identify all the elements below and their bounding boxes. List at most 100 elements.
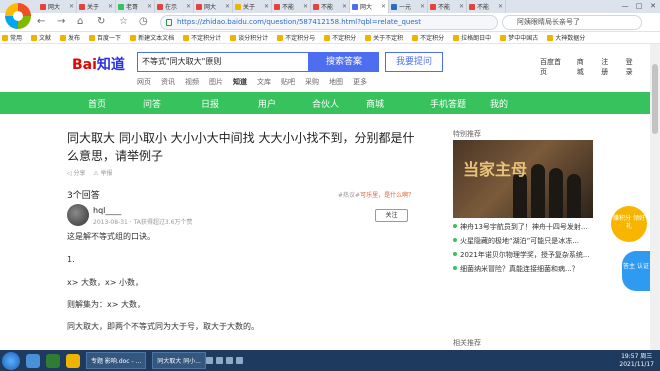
browser-tab[interactable]: 网大 ✕ [194, 0, 233, 13]
browser-tab[interactable]: 网大 ✕ [350, 0, 389, 13]
bookmark-item[interactable]: 不定积分 [324, 33, 356, 42]
close-icon[interactable]: ✕ [498, 3, 503, 10]
bookmark-item[interactable]: 不定积分 [412, 33, 444, 42]
browser-tab[interactable]: 关于 ✕ [77, 0, 116, 13]
header-link[interactable]: 注册 [601, 57, 613, 77]
tray-icon[interactable] [235, 357, 243, 364]
scroll-thumb[interactable] [652, 64, 658, 134]
reward-badge[interactable]: 赚积分 领好礼 [611, 206, 647, 242]
close-icon[interactable]: ✕ [420, 3, 425, 10]
certify-badge[interactable]: 答主 认证 [622, 251, 650, 291]
bookmark-item[interactable]: 常用 [2, 33, 22, 42]
hot-topic-tip[interactable]: #热议#可乐里，是什么啊？ [338, 190, 414, 199]
back-icon[interactable]: ← [37, 16, 45, 27]
browser-tab[interactable]: 不能 ✕ [428, 0, 467, 13]
category-tab[interactable]: 贴吧 [281, 77, 295, 87]
category-tab[interactable]: 知道 [233, 77, 247, 87]
ask-question-button[interactable]: 我要提问 [385, 52, 443, 72]
taskbar-task[interactable]: 同大取大 同小... [152, 352, 206, 369]
category-tab[interactable]: 地图 [329, 77, 343, 87]
start-button[interactable] [2, 351, 20, 370]
follow-button[interactable]: 关注 [375, 209, 408, 222]
close-icon[interactable]: ✕ [381, 3, 386, 10]
nav-item[interactable]: 我的 [490, 97, 508, 110]
search-input[interactable]: 不等式"同大取大"原则 [137, 52, 309, 72]
header-link[interactable]: 登录 [626, 57, 638, 77]
forward-icon[interactable]: → [57, 16, 65, 27]
category-tab[interactable]: 图片 [209, 77, 223, 87]
browser-tab[interactable]: 不能 ✕ [467, 0, 506, 13]
close-icon[interactable]: ✕ [342, 3, 347, 10]
close-icon[interactable]: ✕ [147, 3, 152, 10]
close-icon[interactable]: ✕ [264, 3, 269, 10]
sidebar-item[interactable]: 细菌纳米冒险？真能连接细菌和病...？ [453, 262, 613, 276]
bookmark-item[interactable]: 不定积分计 [183, 33, 221, 42]
close-icon[interactable]: ✕ [303, 3, 308, 10]
category-tab[interactable]: 更多 [353, 77, 367, 87]
recommend-poster[interactable]: 当家主母 [453, 140, 593, 218]
bookmark-item[interactable]: 文献 [31, 33, 51, 42]
share-link[interactable]: 分享 [74, 170, 86, 177]
bookmark-item[interactable]: 大神数据分 [547, 33, 585, 42]
reload-icon[interactable]: ↻ [97, 16, 105, 27]
address-bar[interactable]: https://zhidao.baidu.com/question/587412… [160, 15, 498, 30]
nav-item[interactable]: 商城 [366, 97, 384, 110]
baidu-zhidao-logo[interactable]: Bai知道 [72, 54, 125, 74]
tray-icon[interactable] [205, 357, 213, 364]
browser-tab[interactable]: 不能 ✕ [272, 0, 311, 13]
clock[interactable]: 19:57 周三 2021/11/17 [619, 353, 654, 369]
minimize-icon[interactable]: — [618, 0, 632, 13]
bookmark-item[interactable]: 谈分积分计 [230, 33, 268, 42]
history-icon[interactable]: ◷ [139, 16, 148, 27]
category-tab[interactable]: 网页 [137, 77, 151, 87]
nav-item[interactable]: 手机答题 [430, 97, 466, 110]
bookmark-item[interactable]: 关于不定积 [365, 33, 403, 42]
folder-icon[interactable] [66, 353, 80, 368]
tray-icon[interactable] [215, 357, 223, 364]
tray-icon[interactable] [225, 357, 233, 364]
category-tab[interactable]: 文库 [257, 77, 271, 87]
sidebar-item[interactable]: 神舟13号宇航员到了！神舟十四号发射... [453, 220, 613, 234]
ie-icon[interactable] [26, 353, 40, 368]
browser-tab[interactable]: 在示 ✕ [155, 0, 194, 13]
bookmark-item[interactable]: 百度一下 [89, 33, 121, 42]
close-window-icon[interactable]: ✕ [646, 0, 660, 13]
home-icon[interactable]: ⌂ [77, 16, 83, 27]
nav-item[interactable]: 用户 [258, 97, 276, 110]
browser-search-input[interactable]: 阿姨眼睛局长亲号了 [502, 15, 642, 30]
browser-tab[interactable]: 不能 ✕ [311, 0, 350, 13]
nav-item[interactable]: 问答 [143, 97, 161, 110]
browser-tab[interactable]: 老哥 ✕ [116, 0, 155, 13]
browser-logo-icon[interactable] [5, 3, 31, 29]
star-icon[interactable]: ☆ [119, 16, 128, 27]
bookmark-item[interactable]: 梦中中国古 [500, 33, 538, 42]
nav-item[interactable]: 首页 [88, 97, 106, 110]
bookmark-item[interactable]: 拉格朗日中 [453, 33, 491, 42]
browser-tab[interactable]: 网大 ✕ [38, 0, 77, 13]
browser-tab[interactable]: 关于 ✕ [233, 0, 272, 13]
close-icon[interactable]: ✕ [459, 3, 464, 10]
category-tab[interactable]: 资讯 [161, 77, 175, 87]
page-scrollbar[interactable] [650, 44, 660, 350]
answer-username[interactable]: hql____ [93, 206, 121, 215]
sidebar-item[interactable]: 2021年诺贝尔物理学奖，授予复杂系统... [453, 248, 613, 262]
close-icon[interactable]: ✕ [186, 3, 191, 10]
taskbar-task[interactable]: 专题 影响.doc - ... [86, 352, 147, 369]
sidebar-item[interactable]: 火星隐藏的极地“湖泊”可能只是冰冻... [453, 234, 613, 248]
app-icon[interactable] [46, 353, 60, 368]
report-link[interactable]: 举报 [100, 170, 112, 177]
avatar[interactable] [67, 204, 89, 226]
category-tab[interactable]: 视频 [185, 77, 199, 87]
browser-tab[interactable]: 一元 ✕ [389, 0, 428, 13]
header-link[interactable]: 商城 [577, 57, 589, 77]
category-tab[interactable]: 采购 [305, 77, 319, 87]
bookmark-item[interactable]: 不定积分与 [277, 33, 315, 42]
close-icon[interactable]: ✕ [225, 3, 230, 10]
bookmark-item[interactable]: 新建文本文档 [130, 33, 174, 42]
nav-item[interactable]: 日报 [201, 97, 219, 110]
close-icon[interactable]: ✕ [108, 3, 113, 10]
close-icon[interactable]: ✕ [69, 3, 74, 10]
search-answers-button[interactable]: 搜索答案 [309, 52, 379, 72]
bookmark-item[interactable]: 发布 [60, 33, 80, 42]
header-link[interactable]: 百度首页 [540, 57, 565, 77]
